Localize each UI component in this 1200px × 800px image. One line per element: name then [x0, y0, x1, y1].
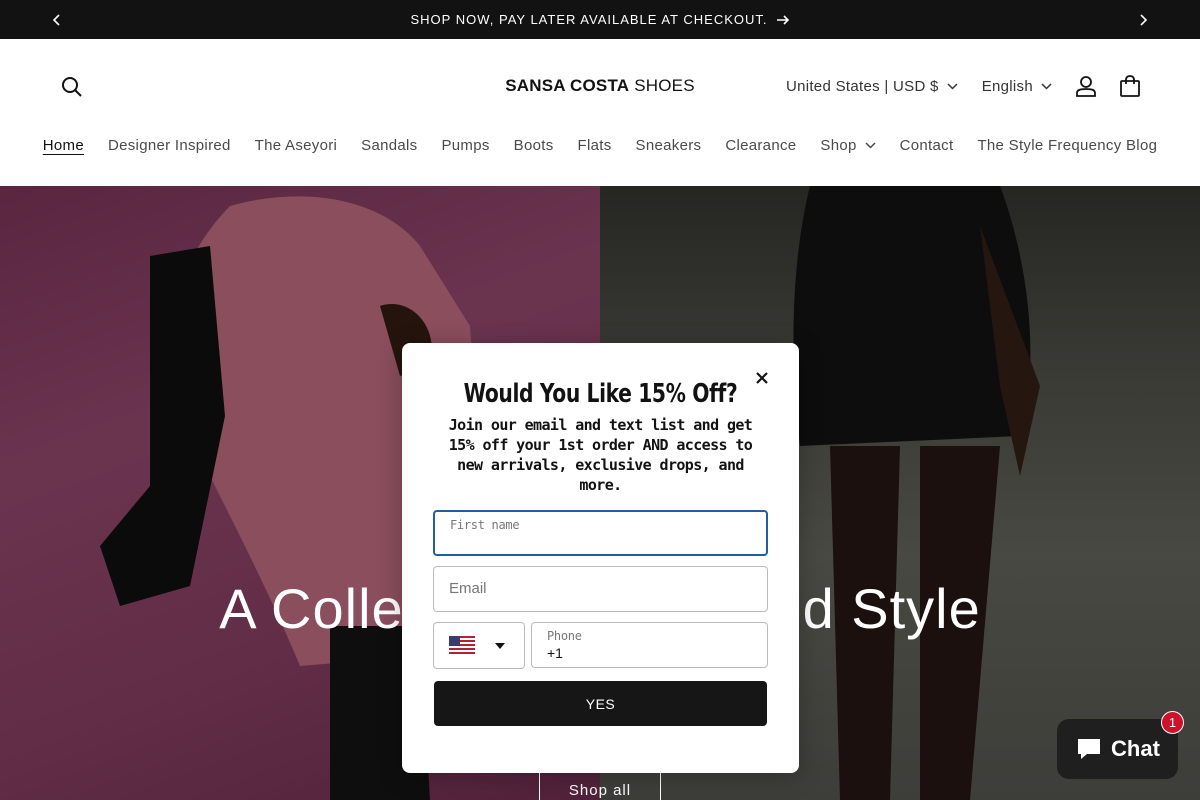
chat-unread-badge: 1 [1161, 711, 1184, 734]
caret-down-icon [495, 642, 505, 649]
chat-label: Chat [1111, 736, 1160, 761]
popup-title: Would You Like 15% Off? [463, 379, 738, 409]
popup-subtitle: Join our email and text list and get 15%… [448, 416, 753, 494]
phone-value: +1 [547, 645, 563, 661]
email-field[interactable]: Email [433, 566, 768, 612]
first-name-label: First name [450, 518, 520, 532]
submit-yes-button[interactable]: YES [434, 681, 767, 726]
first-name-field[interactable]: First name [433, 510, 768, 556]
discount-popup: Would You Like 15% Off? Join our email a… [402, 343, 799, 773]
chat-bubble-icon [1078, 739, 1101, 759]
us-flag-icon [449, 635, 475, 656]
phone-field[interactable]: Phone +1 [531, 622, 768, 668]
chat-button[interactable]: Chat [1057, 719, 1178, 779]
phone-label: Phone [547, 629, 582, 643]
country-code-select[interactable] [433, 622, 525, 669]
email-placeholder: Email [449, 580, 487, 597]
close-icon [756, 372, 768, 384]
